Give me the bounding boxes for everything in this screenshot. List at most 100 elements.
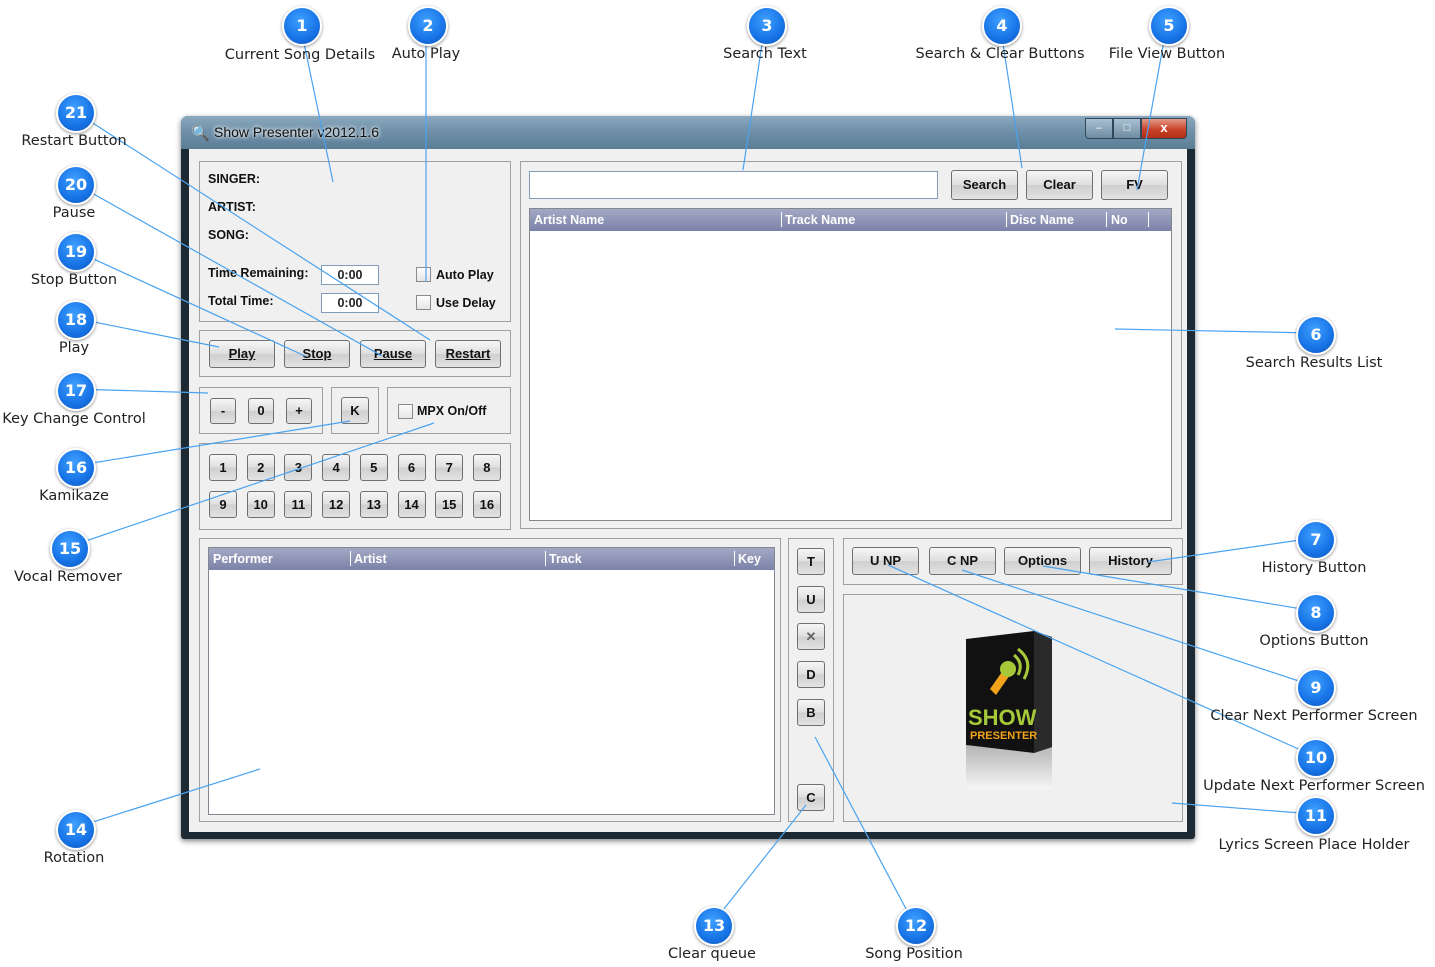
artist-label: ARTIST: <box>208 200 256 214</box>
preset-button-2[interactable]: 2 <box>246 454 275 481</box>
file-view-button[interactable]: FV <box>1101 170 1168 200</box>
auto-play-checkbox[interactable] <box>416 267 431 282</box>
auto-play-label: Auto Play <box>436 268 494 282</box>
update-next-performer-button[interactable]: U NP <box>852 547 919 575</box>
close-button[interactable]: x <box>1141 118 1187 139</box>
clear-button[interactable]: Clear <box>1026 170 1093 200</box>
column-performer[interactable]: Performer <box>213 552 273 566</box>
stop-button[interactable]: Stop <box>284 340 350 368</box>
callout-badge-12: 12 <box>896 906 936 946</box>
preset-panel: 1 2 3 4 5 6 7 8 9 10 11 12 13 14 15 16 <box>199 443 511 530</box>
column-key[interactable]: Key <box>738 552 761 566</box>
restart-button[interactable]: Restart <box>435 340 501 368</box>
move-down-button[interactable]: D <box>797 661 825 688</box>
callout-label-4: Search & Clear Buttons <box>915 46 1085 62</box>
callout-label-13: Clear queue <box>668 946 756 962</box>
preset-button-1[interactable]: 1 <box>209 454 237 481</box>
preset-button-6[interactable]: 6 <box>397 454 426 481</box>
column-disc-name[interactable]: Disc Name <box>1010 213 1074 227</box>
clear-next-performer-button[interactable]: C NP <box>929 547 996 575</box>
preset-button-14[interactable]: 14 <box>397 491 426 518</box>
preset-button-15[interactable]: 15 <box>435 491 464 518</box>
maximize-button[interactable]: □ <box>1113 118 1141 139</box>
preset-button-13[interactable]: 13 <box>359 491 388 518</box>
search-button[interactable]: Search <box>951 170 1018 200</box>
restart-label: Restart <box>445 346 491 361</box>
callout-label-20: Pause <box>52 205 96 221</box>
column-track[interactable]: Track <box>549 552 582 566</box>
search-input[interactable] <box>529 171 938 199</box>
key-change-panel: - 0 + <box>199 387 323 434</box>
callout-label-9: Clear Next Performer Screen <box>1210 708 1418 724</box>
client-area: SINGER: ARTIST: SONG: Time Remaining: 0:… <box>189 149 1187 832</box>
pause-label: Pause <box>373 346 413 361</box>
pause-button[interactable]: Pause <box>360 340 426 368</box>
callout-badge-19: 19 <box>56 232 96 272</box>
logo-line2: PRESENTER <box>970 730 1037 742</box>
preset-button-10[interactable]: 10 <box>246 491 275 518</box>
key-reset-button[interactable]: 0 <box>248 398 274 424</box>
preset-button-16[interactable]: 16 <box>472 491 501 518</box>
kamikaze-panel: K <box>331 387 379 434</box>
rotation-list[interactable]: Performer Artist Track Key <box>208 547 775 815</box>
window-title: Show Presenter v2012.1.6 <box>214 124 379 140</box>
title-bar[interactable]: 🔍 Show Presenter v2012.1.6 – □ x <box>181 116 1195 149</box>
kamikaze-button[interactable]: K <box>341 397 369 424</box>
use-delay-checkbox[interactable] <box>416 295 431 310</box>
preset-button-4[interactable]: 4 <box>322 454 351 481</box>
rotation-header: Performer Artist Track Key <box>209 548 774 570</box>
preset-button-11[interactable]: 11 <box>284 491 313 518</box>
app-window: 🔍 Show Presenter v2012.1.6 – □ x SINGER:… <box>181 116 1195 839</box>
move-top-button[interactable]: T <box>797 548 825 575</box>
callout-label-7: History Button <box>1261 560 1367 576</box>
play-label: Play <box>228 346 256 361</box>
callout-label-10: Update Next Performer Screen <box>1203 778 1425 794</box>
callout-badge-15: 15 <box>50 529 90 569</box>
product-box-logo: SHOW PRESENTER <box>966 631 1052 789</box>
time-remaining-label: Time Remaining: <box>208 266 309 280</box>
preset-button-3[interactable]: 3 <box>284 454 313 481</box>
callout-badge-21: 21 <box>56 93 96 133</box>
preset-button-5[interactable]: 5 <box>359 454 388 481</box>
options-button[interactable]: Options <box>1004 547 1081 575</box>
key-down-button[interactable]: - <box>210 398 236 424</box>
move-bottom-button[interactable]: B <box>797 699 825 726</box>
callout-badge-13: 13 <box>694 906 734 946</box>
callout-label-17: Key Change Control <box>2 411 146 427</box>
singer-label: SINGER: <box>208 172 261 186</box>
minimize-button[interactable]: – <box>1085 118 1113 139</box>
callout-label-5: File View Button <box>1108 46 1226 62</box>
search-results-list[interactable]: Artist Name Track Name Disc Name No <box>529 208 1172 521</box>
remove-singer-button[interactable]: ✕ <box>797 623 825 650</box>
callout-label-8: Options Button <box>1259 633 1369 649</box>
total-time-field: 0:00 <box>321 293 379 313</box>
time-remaining-field: 0:00 <box>321 265 379 285</box>
column-artist[interactable]: Artist <box>354 552 387 566</box>
preset-button-9[interactable]: 9 <box>209 491 237 518</box>
mpx-checkbox[interactable] <box>398 404 413 419</box>
rotation-panel: Performer Artist Track Key <box>199 538 781 822</box>
key-up-button[interactable]: + <box>286 398 312 424</box>
callout-badge-14: 14 <box>56 810 96 850</box>
move-up-button[interactable]: U <box>797 586 825 613</box>
current-song-panel: SINGER: ARTIST: SONG: Time Remaining: 0:… <box>199 161 511 322</box>
preset-button-12[interactable]: 12 <box>322 491 351 518</box>
column-no[interactable]: No <box>1111 213 1128 227</box>
history-button[interactable]: History <box>1089 547 1172 575</box>
preset-button-8[interactable]: 8 <box>472 454 501 481</box>
column-artist-name[interactable]: Artist Name <box>534 213 604 227</box>
play-button[interactable]: Play <box>209 340 275 368</box>
callout-label-12: Song Position <box>865 946 963 962</box>
mpx-label: MPX On/Off <box>417 404 487 418</box>
callout-label-18: Play <box>58 340 90 356</box>
callout-label-19: Stop Button <box>30 272 118 288</box>
use-delay-label: Use Delay <box>436 296 496 310</box>
preset-button-7[interactable]: 7 <box>435 454 464 481</box>
callout-badge-10: 10 <box>1296 738 1336 778</box>
callout-label-6: Search Results List <box>1245 355 1383 371</box>
app-icon: 🔍 <box>191 125 210 142</box>
callout-badge-11: 11 <box>1296 796 1336 836</box>
clear-queue-button[interactable]: C <box>797 784 825 811</box>
column-track-name[interactable]: Track Name <box>785 213 855 227</box>
callout-label-11: Lyrics Screen Place Holder <box>1218 837 1410 853</box>
